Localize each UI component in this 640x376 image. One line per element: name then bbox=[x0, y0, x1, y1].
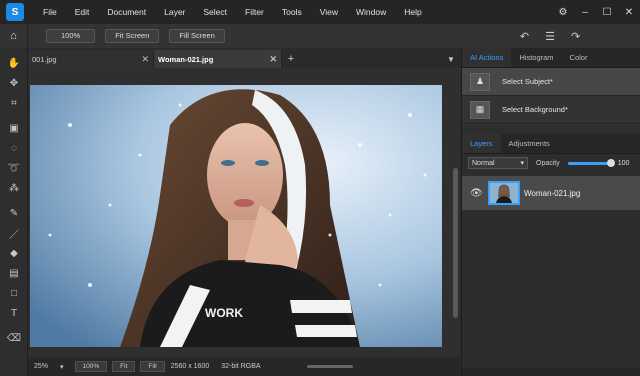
ellipse-select-icon[interactable]: ◌ bbox=[0, 138, 28, 158]
close-button[interactable]: ✕ bbox=[618, 7, 640, 18]
crop-tool-icon[interactable]: ⌗ bbox=[0, 93, 28, 113]
zoom-100-button[interactable]: 100% bbox=[46, 29, 96, 43]
document-tabs: 001.jpg ✕ Woman-021.jpg ✕ + ▼ bbox=[28, 50, 460, 68]
menu-filter[interactable]: Filter bbox=[236, 0, 273, 24]
right-panel: AI Actions Histogram Color ♟ Select Subj… bbox=[461, 48, 640, 376]
menu-view[interactable]: View bbox=[311, 0, 347, 24]
vertical-scrollbar[interactable] bbox=[453, 168, 458, 318]
blend-mode-value: Normal bbox=[472, 159, 495, 167]
status-fill-button[interactable]: Fill bbox=[140, 361, 165, 372]
tab-woman-021[interactable]: Woman-021.jpg ✕ bbox=[154, 50, 282, 68]
minimize-button[interactable]: – bbox=[574, 7, 596, 18]
zoom-value[interactable]: 25% bbox=[28, 363, 54, 370]
horizontal-scrollbar[interactable] bbox=[306, 365, 353, 368]
magic-wand-icon[interactable]: ⁂ bbox=[0, 178, 28, 198]
tab-layers[interactable]: Layers bbox=[462, 134, 501, 153]
zoom-dropdown-icon[interactable]: ▾ bbox=[54, 363, 70, 371]
tab-adjustments[interactable]: Adjustments bbox=[501, 134, 558, 153]
gradient-tool-icon[interactable]: ▤ bbox=[0, 263, 28, 283]
eyedropper-icon[interactable]: ✎ bbox=[0, 203, 28, 223]
blend-mode-select[interactable]: Normal ▾ bbox=[468, 157, 528, 169]
tool-strip: ✋ ✥ ⌗ ▣ ◌ ➰ ⁂ ✎ ／ ◆ ▤ □ T ⌫ bbox=[0, 48, 28, 376]
menu-window[interactable]: Window bbox=[347, 0, 395, 24]
eraser-tool-icon[interactable]: ⌫ bbox=[0, 328, 28, 348]
canvas-area[interactable]: WORK bbox=[28, 68, 460, 357]
image-mode: 32-bit RGBA bbox=[221, 363, 261, 370]
menu-document[interactable]: Document bbox=[98, 0, 155, 24]
maximize-button[interactable]: ☐ bbox=[596, 7, 618, 18]
ai-action-select-background[interactable]: ▦ Select Background* bbox=[462, 96, 640, 124]
blend-row: Normal ▾ Opacity 100 bbox=[462, 154, 640, 172]
menu-bar: S File Edit Document Layer Select Filter… bbox=[0, 0, 640, 24]
tab-label: 001.jpg bbox=[32, 54, 57, 64]
tab-histogram[interactable]: Histogram bbox=[511, 48, 561, 67]
fit-screen-button[interactable]: Fit Screen bbox=[105, 29, 160, 43]
status-bar: 25% ▾ 100% Fit Fill 2560 x 1600 32-bit R… bbox=[28, 357, 460, 376]
svg-text:WORK: WORK bbox=[205, 306, 243, 320]
ai-action-label: Select Subject* bbox=[502, 77, 553, 86]
ai-actions-list: ♟ Select Subject* ▦ Select Background* bbox=[462, 68, 640, 125]
panel-footer bbox=[462, 368, 640, 376]
top-panel-tabs: AI Actions Histogram Color bbox=[462, 48, 640, 68]
close-icon[interactable]: ✕ bbox=[269, 54, 277, 65]
close-icon[interactable]: ✕ bbox=[141, 54, 149, 65]
fill-bucket-icon[interactable]: ◆ bbox=[0, 243, 28, 263]
select-subject-icon: ♟ bbox=[470, 72, 490, 91]
photo-canvas[interactable]: WORK bbox=[30, 85, 442, 347]
menu-help[interactable]: Help bbox=[395, 0, 430, 24]
ai-action-label: Select Background* bbox=[502, 105, 568, 114]
tab-menu-icon[interactable]: ▼ bbox=[442, 50, 460, 68]
menu-tools[interactable]: Tools bbox=[273, 0, 311, 24]
tab-ai-actions[interactable]: AI Actions bbox=[462, 48, 512, 67]
undo-icon[interactable]: ↶ bbox=[520, 30, 529, 43]
text-tool-icon[interactable]: T bbox=[0, 303, 28, 323]
lasso-tool-icon[interactable]: ➰ bbox=[0, 158, 28, 178]
app-logo-icon[interactable]: S bbox=[6, 3, 24, 21]
hand-tool-icon[interactable]: ✋ bbox=[0, 53, 28, 73]
toolbar: ⌂ 100% Fit Screen Fill Screen ↶ ☰ ↷ bbox=[0, 24, 640, 48]
add-tab-icon[interactable]: + bbox=[282, 50, 300, 68]
status-100-button[interactable]: 100% bbox=[74, 361, 108, 372]
brush-tool-icon[interactable]: ／ bbox=[0, 223, 28, 243]
status-fit-button[interactable]: Fit bbox=[112, 361, 136, 372]
home-icon[interactable]: ⌂ bbox=[0, 24, 28, 48]
layer-name[interactable]: Woman-021.jpg bbox=[524, 189, 580, 198]
menu-select[interactable]: Select bbox=[194, 0, 236, 24]
tab-001[interactable]: 001.jpg ✕ bbox=[28, 50, 154, 68]
menu-edit[interactable]: Edit bbox=[66, 0, 99, 24]
chevron-down-icon: ▾ bbox=[520, 160, 524, 167]
tab-color[interactable]: Color bbox=[562, 48, 596, 67]
redo-icon[interactable]: ↷ bbox=[571, 30, 580, 43]
layer-row[interactable]: 👁 Woman-021.jpg bbox=[462, 176, 640, 210]
marquee-tool-icon[interactable]: ▣ bbox=[0, 118, 28, 138]
settings-icon[interactable]: ⚙ bbox=[552, 7, 574, 18]
layer-thumbnail bbox=[488, 181, 520, 205]
fill-screen-button[interactable]: Fill Screen bbox=[169, 29, 225, 43]
image-dimensions: 2560 x 1600 bbox=[170, 363, 210, 370]
opacity-label: Opacity bbox=[536, 159, 560, 167]
opacity-value[interactable]: 100 bbox=[618, 160, 630, 167]
bottom-panel-tabs: Layers Adjustments bbox=[462, 134, 640, 154]
select-background-icon: ▦ bbox=[470, 100, 490, 119]
move-tool-icon[interactable]: ✥ bbox=[0, 73, 28, 93]
opacity-slider[interactable] bbox=[567, 158, 615, 167]
ai-action-select-subject[interactable]: ♟ Select Subject* bbox=[462, 68, 640, 96]
eye-icon[interactable]: 👁 bbox=[470, 188, 488, 199]
history-menu-icon[interactable]: ☰ bbox=[545, 30, 555, 43]
menu-file[interactable]: File bbox=[34, 0, 66, 24]
menu-layer[interactable]: Layer bbox=[155, 0, 194, 24]
tab-label: Woman-021.jpg bbox=[158, 54, 214, 64]
opacity-slider-handle[interactable] bbox=[606, 158, 615, 167]
shape-tool-icon[interactable]: □ bbox=[0, 283, 28, 303]
